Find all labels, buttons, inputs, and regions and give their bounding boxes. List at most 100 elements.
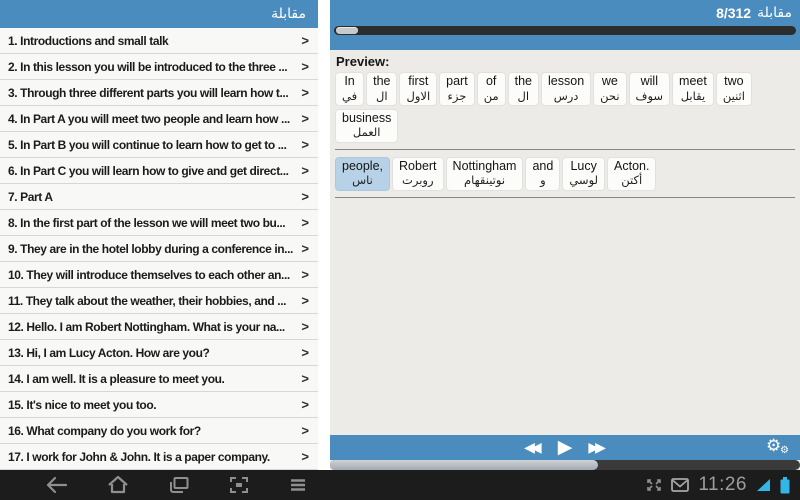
word-english: of [485,74,497,88]
sentence-row: In في the ال first الاول part جزء of من the ال lesso… [335,72,795,143]
word-chip[interactable]: we نحن [593,72,627,106]
word-chip[interactable]: Nottingham نوتينقهام [445,156,524,191]
lesson-title: 8/312 مقابلة [330,0,800,23]
word-chip[interactable]: lesson درس [541,72,592,106]
list-item[interactable]: 14. I am well. It is a pleasure to meet … [0,366,318,392]
lesson-title-text: مقابلة [757,5,792,21]
lesson-list-panel: مقابلة 1. Introductions and small talk >2… [0,0,318,470]
list-item[interactable]: 9. They are in the hotel lobby during a … [0,236,318,262]
word-arabic: أكتن [621,173,643,188]
chevron-right-icon: > [301,345,309,360]
rewind-icon[interactable]: ◀◀ [524,439,542,456]
list-item-label: 7. Part A [8,189,53,204]
list-item[interactable]: 2. In this lesson you will be introduced… [0,54,318,80]
playback-progress-bar[interactable] [330,460,800,470]
word-chip[interactable]: first الاول [399,72,438,106]
home-icon[interactable] [106,475,130,495]
list-item-label: 8. In the first part of the lesson we wi… [8,215,286,230]
word-english: Nottingham [452,158,517,173]
list-item[interactable]: 13. Hi, I am Lucy Acton. How are you? > [0,340,318,366]
list-item[interactable]: 7. Part A > [0,184,318,210]
word-arabic: يقابل [680,88,706,103]
play-icon[interactable]: ▶ [558,438,573,457]
clock[interactable]: 11:26 [698,474,747,496]
gmail-notification-icon[interactable] [671,478,690,492]
word-arabic: اثنين [722,88,745,103]
chevron-right-icon: > [301,59,309,74]
lesson-list[interactable]: 1. Introductions and small talk >2. In th… [0,28,318,470]
word-arabic: الاول [406,88,431,103]
word-english: business [342,110,392,125]
fullscreen-notification-icon[interactable] [646,478,662,492]
word-chip[interactable]: the ال [366,72,398,106]
word-chip[interactable]: the ال [507,72,540,106]
list-item-label: 3. Through three different parts you wil… [8,85,289,100]
list-item[interactable]: 3. Through three different parts you wil… [0,80,318,106]
list-item-label: 9. They are in the hotel lobby during a … [8,241,293,256]
nav-buttons [0,475,309,495]
list-item[interactable]: 15. It's nice to meet you too. > [0,392,318,418]
list-item[interactable]: 17. I work for John & John. It is a pape… [0,444,318,470]
list-item-label: 4. In Part A you will meet two people an… [8,111,290,126]
word-arabic: نوتينقهام [464,173,506,188]
fast-forward-icon[interactable]: ▶▶ [588,439,606,456]
sentence-row: people, ناس Robert روبرت Nottingham نوتينقهام… [335,156,795,191]
word-arabic: العمل [352,125,381,140]
word-arabic: ال [517,88,530,103]
word-english: Acton. [614,158,650,173]
word-english: In [344,74,355,88]
left-panel-header: مقابلة [0,0,318,28]
list-item-label: 6. In Part C you will learn how to give … [8,163,289,178]
android-system-bar: 11:26 [0,470,800,500]
word-chip[interactable]: Robert روبرت [392,156,444,191]
word-chip[interactable]: two اثنين [715,72,752,106]
word-chip[interactable]: business العمل [335,108,399,143]
word-chip[interactable]: of من [476,72,506,106]
row-separator [335,196,795,198]
word-chip[interactable]: Acton. أكتن [607,156,657,191]
list-item[interactable]: 11. They talk about the weather, their h… [0,288,318,314]
word-chip[interactable]: and و [525,156,561,191]
word-chip[interactable]: In في [335,72,365,106]
chevron-right-icon: > [301,241,309,256]
lesson-seekbar[interactable] [334,26,796,35]
seekbar-thumb[interactable] [336,27,358,34]
list-item-label: 10. They will introduce themselves to ea… [8,267,290,282]
word-arabic: ال [376,88,388,103]
word-english: will [640,74,658,88]
word-chip[interactable]: part جزء [439,72,475,106]
settings-gear-icon[interactable]: ⚙ ⚙ [766,436,792,458]
list-item[interactable]: 8. In the first part of the lesson we wi… [0,210,318,236]
list-item[interactable]: 12. Hello. I am Robert Nottingham. What … [0,314,318,340]
word-arabic: في [342,88,358,103]
status-area[interactable]: 11:26 [646,474,800,496]
word-chip[interactable]: meet يقابل [672,72,714,106]
chevron-right-icon: > [301,111,309,126]
word-arabic: لوسي [569,173,599,188]
row-separator [335,148,795,150]
word-english: Robert [399,158,437,173]
word-arabic: من [483,88,499,103]
back-icon[interactable] [45,475,69,495]
battery-icon [780,476,790,494]
list-item[interactable]: 1. Introductions and small talk > [0,28,318,54]
list-item[interactable]: 5. In Part B you will continue to learn … [0,132,318,158]
chevron-right-icon: > [301,85,309,100]
list-item-label: 17. I work for John & John. It is a pape… [8,449,270,464]
list-item[interactable]: 4. In Part A you will meet two people an… [0,106,318,132]
word-chip[interactable]: Lucy لوسي [562,156,606,191]
list-item[interactable]: 16. What company do you work for? > [0,418,318,444]
list-item-label: 1. Introductions and small talk [8,33,169,48]
lesson-detail-panel: 8/312 مقابلة Preview: In في the ال first الاو… [330,0,800,470]
chevron-right-icon: > [301,267,309,282]
menu-icon[interactable] [287,475,309,495]
list-item[interactable]: 6. In Part C you will learn how to give … [0,158,318,184]
word-chip[interactable]: will سوف [628,72,671,106]
word-chip-highlighted[interactable]: people, ناس [335,156,391,191]
chevron-right-icon: > [301,397,309,412]
screenshot-icon[interactable] [228,475,250,495]
list-item[interactable]: 10. They will introduce themselves to ea… [0,262,318,288]
recent-apps-icon[interactable] [167,475,191,495]
list-item-label: 12. Hello. I am Robert Nottingham. What … [8,319,285,334]
preview-area: Preview: In في the ال first الاول part جزء of من t… [330,50,800,435]
